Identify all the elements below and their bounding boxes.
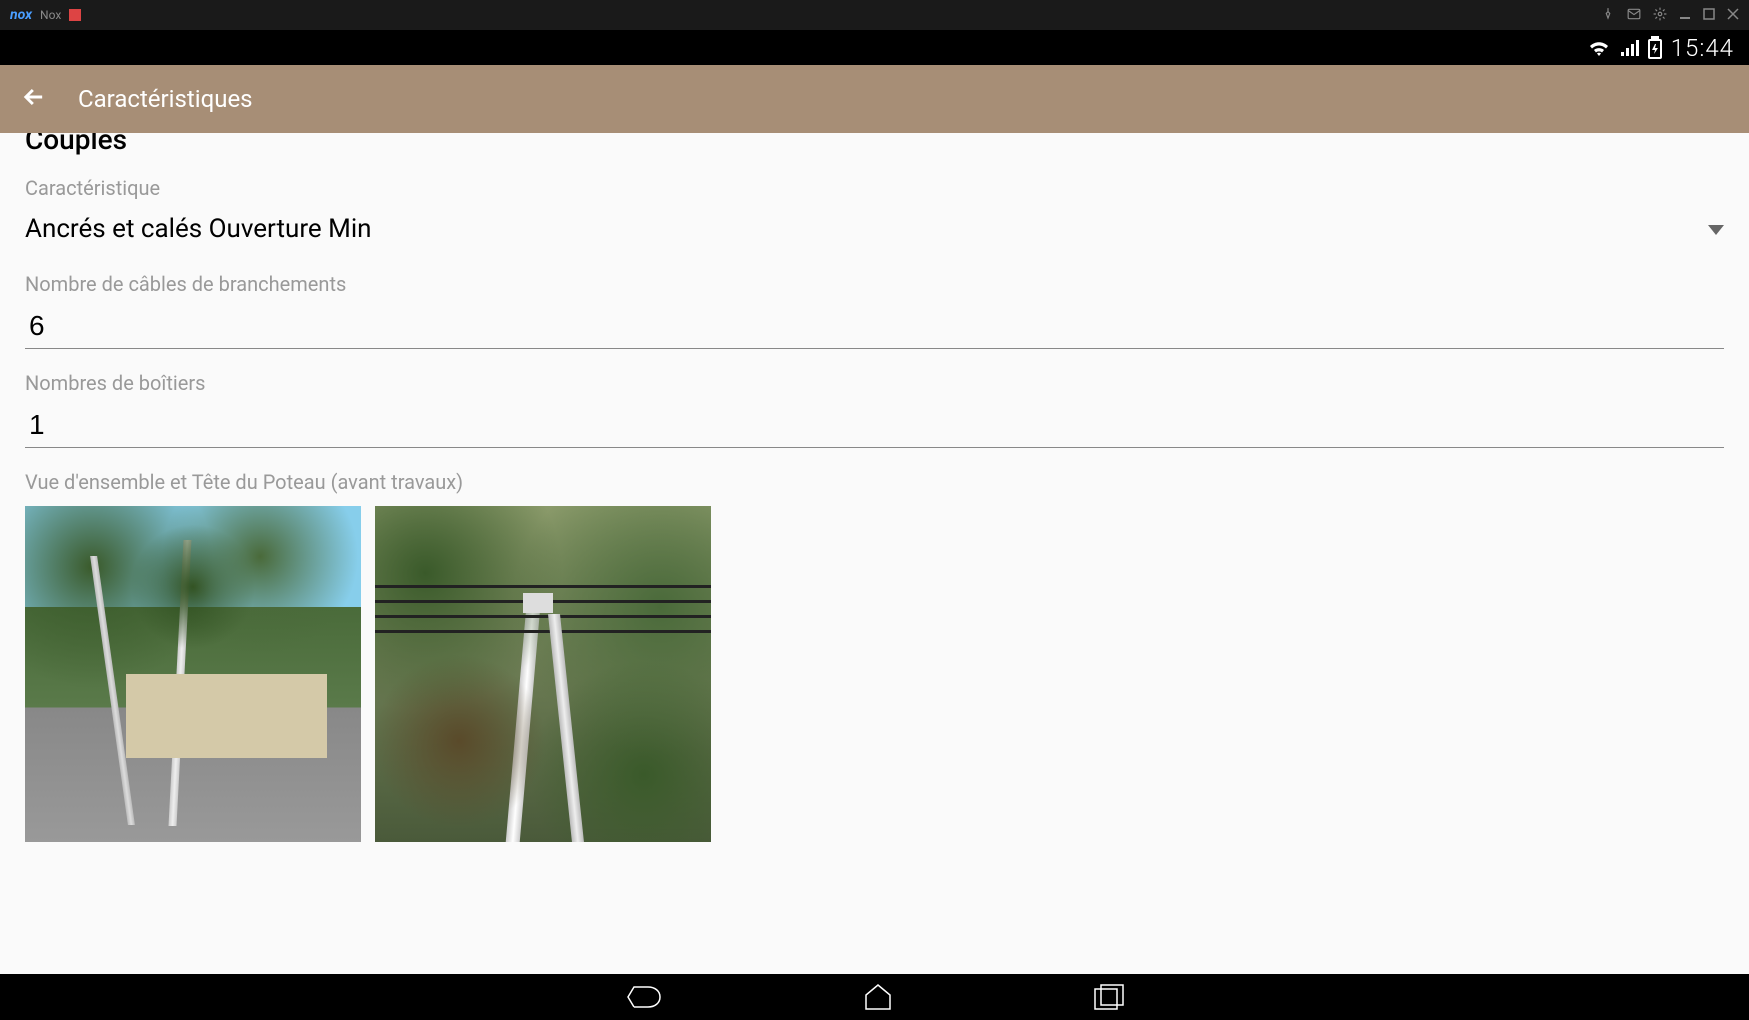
caracteristique-value: Ancrés et calés Ouverture Min — [25, 214, 372, 244]
photo-thumbnail-1[interactable] — [25, 506, 361, 842]
nox-title: Nox — [40, 8, 61, 22]
nav-back-button[interactable] — [626, 983, 662, 1011]
section-title: Couples — [25, 133, 1724, 156]
emulator-titlebar: nox Nox — [0, 0, 1749, 30]
cables-input[interactable] — [25, 304, 1724, 349]
photos-row — [25, 506, 1724, 842]
nox-logo: nox — [10, 7, 32, 23]
photo-thumbnail-2[interactable] — [375, 506, 711, 842]
nav-home-button[interactable] — [862, 983, 894, 1011]
field-caracteristique: Caractéristique Ancrés et calés Ouvertur… — [25, 176, 1724, 250]
app-header: Caractéristiques — [0, 65, 1749, 133]
back-button[interactable] — [20, 83, 48, 115]
boitiers-input[interactable] — [25, 403, 1724, 448]
boitiers-label: Nombres de boîtiers — [25, 371, 1724, 395]
mail-icon[interactable] — [1627, 7, 1641, 24]
page-title: Caractéristiques — [78, 85, 253, 113]
chevron-down-icon — [1708, 220, 1724, 239]
caracteristique-dropdown[interactable]: Ancrés et calés Ouverture Min — [25, 208, 1724, 250]
minimize-icon[interactable] — [1679, 8, 1691, 23]
cables-label: Nombre de câbles de branchements — [25, 272, 1724, 296]
form-content: Couples Caractéristique Ancrés et calés … — [0, 133, 1749, 974]
field-cables: Nombre de câbles de branchements — [25, 272, 1724, 349]
photos-section: Vue d'ensemble et Tête du Poteau (avant … — [25, 470, 1724, 842]
notification-badge-icon — [69, 9, 81, 21]
android-statusbar: 15:44 — [0, 30, 1749, 65]
caracteristique-label: Caractéristique — [25, 176, 1724, 200]
photos-label: Vue d'ensemble et Tête du Poteau (avant … — [25, 470, 1724, 494]
signal-icon — [1619, 38, 1639, 58]
close-icon[interactable] — [1727, 8, 1739, 23]
maximize-icon[interactable] — [1703, 8, 1715, 23]
nav-recent-button[interactable] — [1094, 984, 1124, 1010]
wifi-icon — [1587, 38, 1611, 58]
field-boitiers: Nombres de boîtiers — [25, 371, 1724, 448]
battery-charging-icon — [1647, 36, 1663, 60]
pin-icon[interactable] — [1601, 7, 1615, 24]
settings-icon[interactable] — [1653, 7, 1667, 24]
android-navbar — [0, 974, 1749, 1020]
status-time: 15:44 — [1671, 34, 1734, 62]
